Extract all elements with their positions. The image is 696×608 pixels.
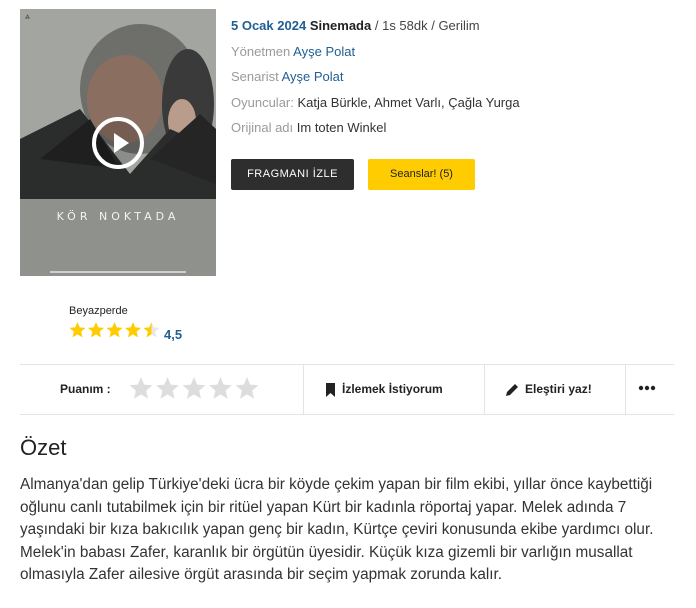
watch-trailer-button[interactable]: FRAGMANI İZLE xyxy=(231,159,354,190)
release-row: 5 Ocak 2024 Sinemada / 1s 58dk / Gerilim xyxy=(231,17,681,43)
movie-info: 5 Ocak 2024 Sinemada / 1s 58dk / Gerilim… xyxy=(231,17,681,145)
user-star-icon-3[interactable] xyxy=(182,377,206,399)
cast-list[interactable]: Katja Bürkle, Ahmet Varlı, Çağla Yurga xyxy=(298,95,520,110)
festival-badge: ⁂ xyxy=(25,15,30,21)
cast-row: Oyuncular: Katja Bürkle, Ahmet Varlı, Ça… xyxy=(231,94,681,120)
star-icon-3 xyxy=(106,322,123,338)
director-row: Yönetmen Ayşe Polat xyxy=(231,43,681,69)
divider xyxy=(303,365,304,414)
user-star-icon-2[interactable] xyxy=(156,377,179,399)
summary-text: Almanya'dan gelip Türkiye'deki ücra bir … xyxy=(20,476,654,583)
divider xyxy=(625,365,626,414)
original-title-label: Orijinal adı xyxy=(231,120,294,135)
average-rating-stars xyxy=(69,322,160,338)
release-type: Sinemada xyxy=(309,18,372,33)
release-date-link[interactable]: 5 Ocak 2024 xyxy=(231,18,306,33)
average-rating: 4,5 xyxy=(69,322,182,342)
original-title-row: Orijinal adı Im toten Winkel xyxy=(231,119,681,145)
star-icon-2 xyxy=(87,322,105,338)
star-icon-5 xyxy=(143,322,160,338)
write-review-button[interactable]: Eleştiri yaz! xyxy=(505,365,592,414)
user-rating-stars[interactable] xyxy=(129,377,263,403)
action-bar: Puanım : İzlemek İstiyorum Eleştiri yaz! xyxy=(20,364,674,415)
writer-link[interactable]: Ayşe Polat xyxy=(282,69,344,84)
user-star-icon-1[interactable] xyxy=(129,377,153,399)
writer-row: Senarist Ayşe Polat xyxy=(231,68,681,94)
more-dots-icon[interactable] xyxy=(638,385,656,391)
summary-heading: Özet xyxy=(20,435,67,460)
star-icon-1 xyxy=(69,322,86,338)
movie-poster[interactable]: ⁂ KÖR NOKTADA xyxy=(20,9,216,276)
sessions-button[interactable]: Seanslar! (5) xyxy=(368,159,475,190)
user-star-icon-5[interactable] xyxy=(235,377,259,399)
play-trailer-button[interactable] xyxy=(92,117,144,169)
watchlist-button[interactable]: İzlemek İstiyorum xyxy=(325,365,443,414)
average-rating-value: 4,5 xyxy=(164,327,183,342)
bookmark-icon xyxy=(326,382,335,397)
rating-source: Beyazperde xyxy=(69,305,128,317)
original-title: Im toten Winkel xyxy=(296,120,387,135)
watchlist-label: İzlemek İstiyorum xyxy=(342,382,443,396)
director-link[interactable]: Ayşe Polat xyxy=(293,44,355,59)
star-icon-4 xyxy=(124,322,142,338)
cast-label: Oyuncular: xyxy=(231,94,294,110)
write-review-label: Eleştiri yaz! xyxy=(525,382,592,396)
divider xyxy=(484,365,485,414)
director-label: Yönetmen xyxy=(231,43,291,59)
play-icon xyxy=(114,133,129,153)
user-star-icon-4[interactable] xyxy=(209,377,232,399)
pen-icon xyxy=(506,383,518,396)
duration-genre: / 1s 58dk / Gerilim xyxy=(374,18,480,33)
my-rating-label: Puanım : xyxy=(60,382,111,396)
writer-label: Senarist xyxy=(231,69,279,84)
poster-title: KÖR NOKTADA xyxy=(56,210,180,223)
